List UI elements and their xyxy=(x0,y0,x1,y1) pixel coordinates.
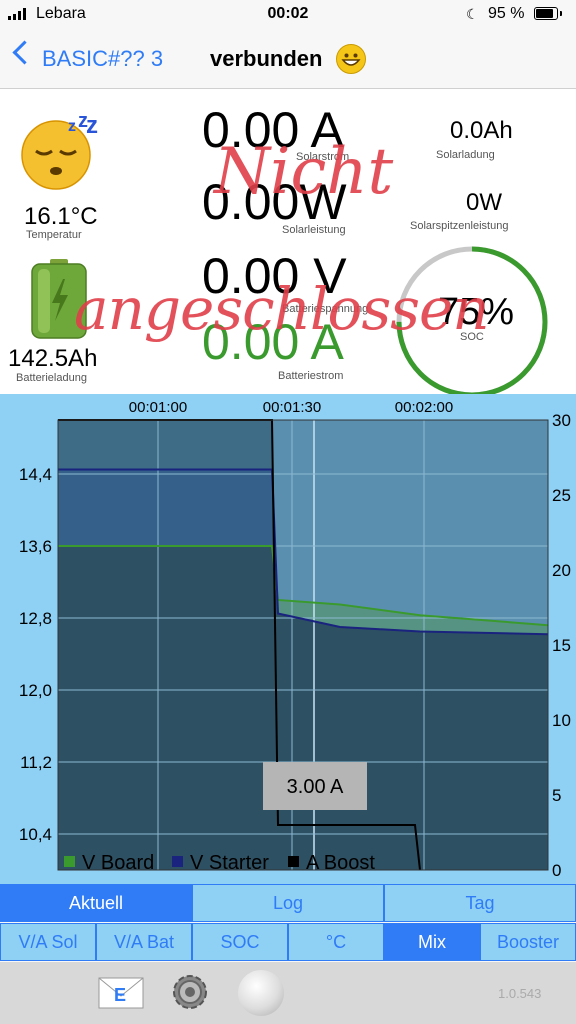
solar-charge-value: 0.0Ah xyxy=(450,117,513,144)
svg-text:z: z xyxy=(68,118,76,135)
tab-period-1[interactable]: Log xyxy=(192,884,384,922)
tab-period-0[interactable]: Aktuell xyxy=(0,884,192,922)
svg-text:E: E xyxy=(114,985,126,1005)
tab-view-4[interactable]: Mix xyxy=(384,923,480,961)
home-button[interactable] xyxy=(238,970,284,1016)
dashboard: z z z 16.1°C Temperatur 142.5Ah Batterie… xyxy=(0,89,576,398)
legend-label: A Boost xyxy=(306,852,375,874)
chevron-left-icon[interactable] xyxy=(12,40,37,65)
legend-label: V Starter xyxy=(190,852,269,874)
grinning-face-icon xyxy=(336,44,366,74)
tab-view-0[interactable]: V/A Sol xyxy=(0,923,96,961)
tabbar-view: V/A Sol V/A Bat SOC °C Mix Booster xyxy=(0,923,576,961)
battery-charge-value: 142.5Ah xyxy=(8,345,98,372)
y-left-tick-label: 14,4 xyxy=(19,465,52,484)
legend-swatch xyxy=(64,856,75,867)
chart[interactable]: 3.00 A 00:01:00 00:01:30 00:02:00 14,4 13,6 12… xyxy=(0,394,576,884)
temperature-label: Temperatur xyxy=(26,229,82,241)
status-bar: Lebara 00:02 ☾ 95 % xyxy=(0,0,576,30)
legend-swatch xyxy=(172,856,183,867)
y-right-tick-label: 25 xyxy=(552,486,571,505)
battery-percent: 95 % xyxy=(488,5,525,22)
overlay-not: Nicht xyxy=(214,135,394,209)
solar-peak-label: Solarspitzenleistung xyxy=(410,220,509,232)
y-right-tick-label: 30 xyxy=(552,411,571,430)
battery-current-label: Batteriestrom xyxy=(278,370,344,382)
tab-view-2[interactable]: SOC xyxy=(192,923,288,961)
battery-icon xyxy=(534,7,562,20)
gear-icon[interactable] xyxy=(168,970,212,1014)
tab-view-3[interactable]: °C xyxy=(288,923,384,961)
battery-charge-label: Batterieladung xyxy=(16,372,87,384)
y-left-tick-label: 12,8 xyxy=(19,609,52,628)
solar-power-label: Solarleistung xyxy=(282,224,346,236)
nav-bar: BASIC#?? 3 verbunden xyxy=(0,30,576,89)
legend-swatch xyxy=(288,856,299,867)
y-left-tick-label: 10,4 xyxy=(19,825,52,844)
temperature-value: 16.1°C xyxy=(24,203,98,230)
solar-peak-value: 0W xyxy=(466,189,502,216)
legend-label: V Board xyxy=(82,852,154,874)
tab-view-5[interactable]: Booster xyxy=(480,923,576,961)
y-right-tick-label: 5 xyxy=(552,786,561,805)
page-title: verbunden xyxy=(210,46,323,71)
chart-svg[interactable]: 3.00 A 00:01:00 00:01:30 00:02:00 14,4 13,6 12… xyxy=(0,394,576,884)
moon-icon: ☾ xyxy=(466,6,479,22)
mail-icon[interactable]: E xyxy=(98,974,144,1010)
x-tick-label: 00:02:00 xyxy=(395,399,453,416)
svg-text:z: z xyxy=(86,112,98,139)
x-tick-label: 00:01:30 xyxy=(263,399,321,416)
y-right-tick-label: 0 xyxy=(552,861,561,880)
sleeping-face-icon: z z z xyxy=(20,110,100,191)
y-right-tick-label: 20 xyxy=(552,561,571,580)
tab-period-2[interactable]: Tag xyxy=(384,884,576,922)
overlay-connected: angeschlossen xyxy=(74,275,490,343)
y-right-tick-label: 10 xyxy=(552,711,571,730)
y-left-tick-label: 12,0 xyxy=(19,681,52,700)
version-label: 1.0.543 xyxy=(498,986,542,1001)
tooltip-text: 3.00 A xyxy=(287,776,344,798)
y-right-tick-label: 15 xyxy=(552,636,571,655)
bottom-toolbar: E 1.0.543 xyxy=(0,962,576,1024)
x-tick-label: 00:01:00 xyxy=(129,399,187,416)
y-left-tick-label: 13,6 xyxy=(19,537,52,556)
y-left-tick-label: 11,2 xyxy=(20,753,52,772)
tab-view-1[interactable]: V/A Bat xyxy=(96,923,192,961)
solar-charge-label: Solarladung xyxy=(436,149,495,161)
back-button[interactable]: BASIC#?? 3 xyxy=(42,46,163,72)
tabbar-period: Aktuell Log Tag xyxy=(0,884,576,922)
